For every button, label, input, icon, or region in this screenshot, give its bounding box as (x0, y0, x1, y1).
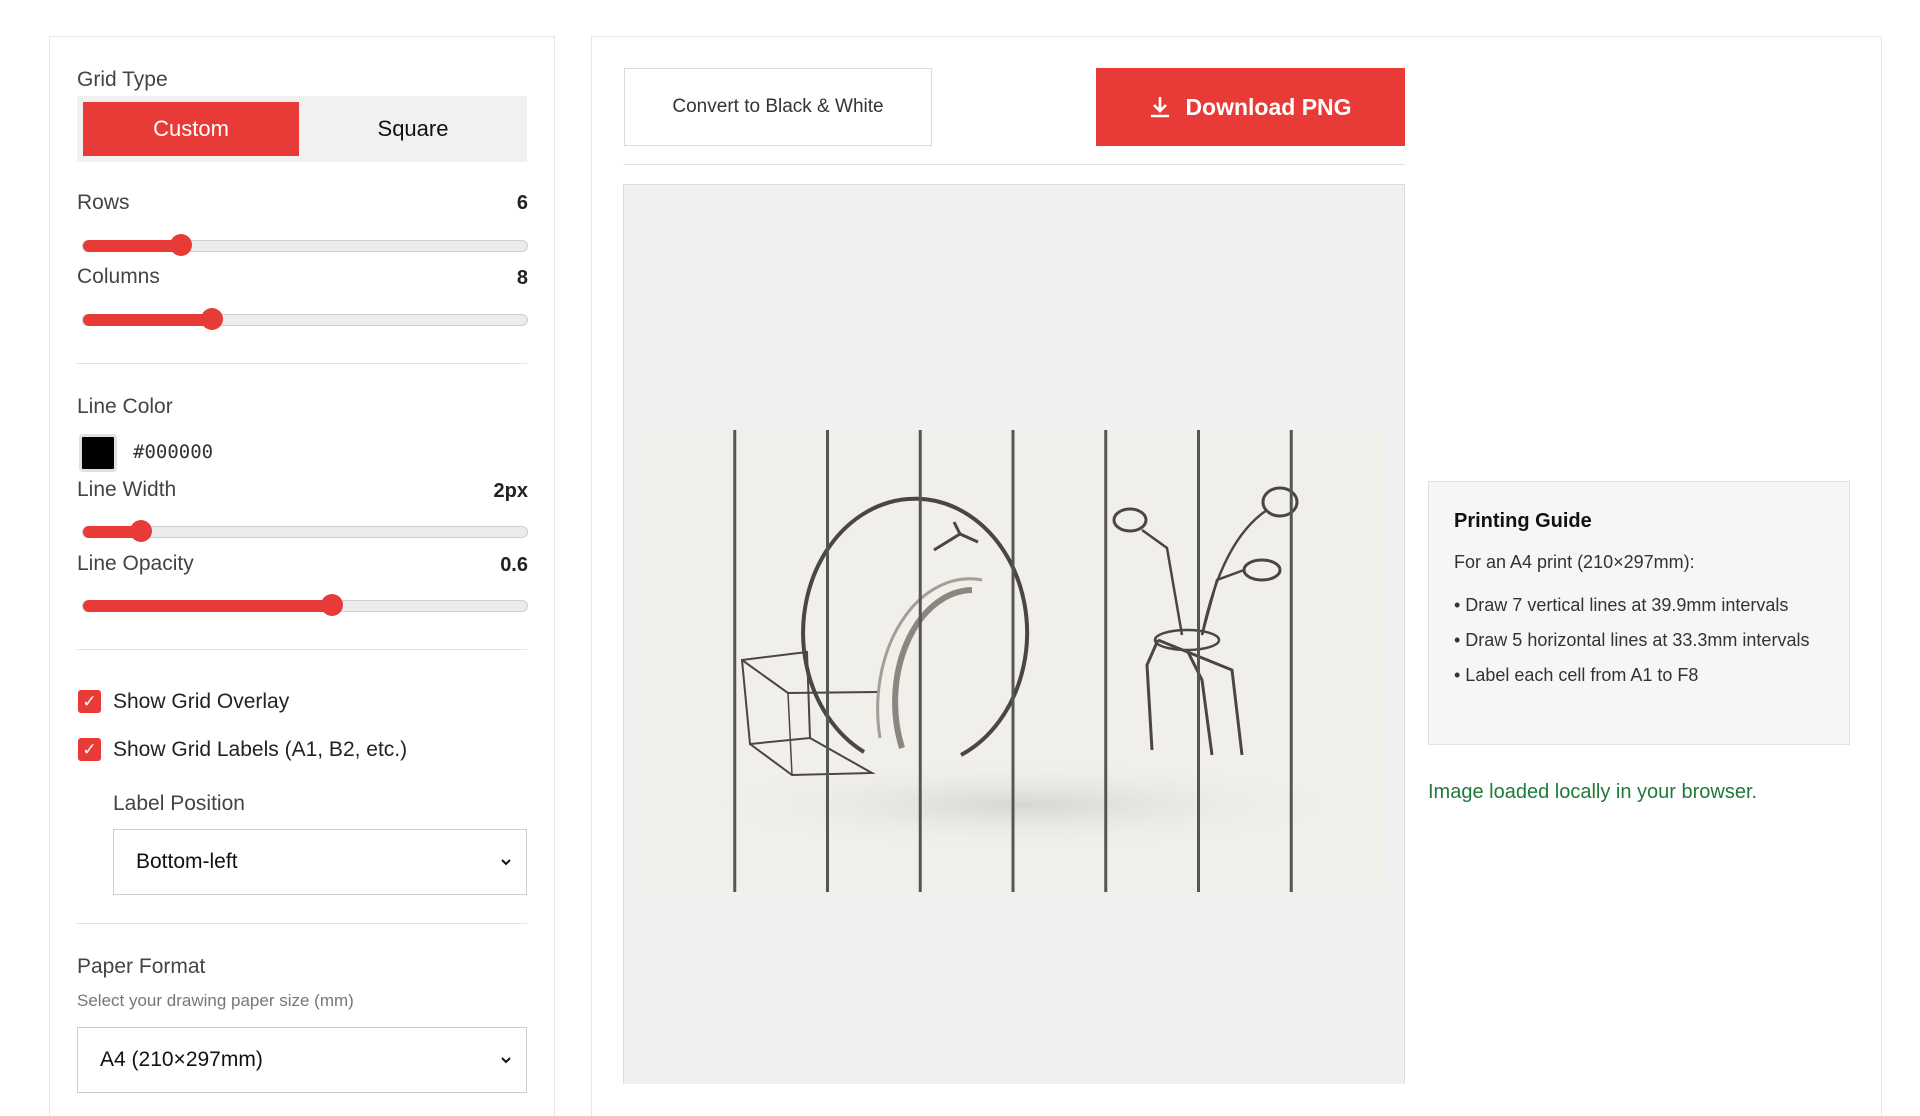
rows-value: 6 (516, 192, 528, 214)
toolbar-divider (623, 164, 1405, 165)
divider (77, 923, 527, 924)
columns-label: Columns (77, 265, 160, 288)
show-grid-overlay-checkbox[interactable]: ✓ (78, 690, 101, 713)
grid-cell-label: F2 (740, 430, 763, 435)
line-opacity-slider-thumb[interactable] (320, 594, 343, 616)
paper-format-value: A4 (210×297mm) (100, 1048, 263, 1071)
line-opacity-label: Line Opacity (77, 552, 194, 575)
line-opacity-slider-fill (83, 600, 332, 612)
label-position-select[interactable]: Bottom-left (113, 829, 527, 895)
grid-cell-label: F3 (833, 430, 856, 435)
line-opacity-slider[interactable] (82, 594, 528, 616)
columns-slider-fill (83, 314, 212, 326)
label-position-value: Bottom-left (136, 850, 238, 873)
download-icon (1151, 97, 1170, 118)
guide-item: • Draw 5 horizontal lines at 33.3mm inte… (1454, 630, 1810, 650)
guide-item: • Draw 7 vertical lines at 39.9mm interv… (1454, 595, 1789, 615)
line-opacity-value: 0.6 (500, 554, 528, 576)
show-grid-overlay-label: Show Grid Overlay (113, 690, 290, 713)
rows-slider-thumb[interactable] (169, 234, 192, 256)
chevron-down-icon (501, 1057, 511, 1064)
line-width-label: Line Width (77, 478, 177, 501)
custom-grid-button[interactable]: Custom (83, 102, 299, 156)
show-grid-labels-label: Show Grid Labels (A1, B2, etc.) (113, 738, 408, 761)
label-position-label: Label Position (113, 792, 245, 815)
grid-cell-label: F1 (647, 430, 670, 435)
chevron-down-icon (501, 859, 511, 866)
line-color-hex: #000000 (133, 441, 214, 463)
rows-slider-fill (83, 240, 181, 252)
divider (77, 363, 527, 364)
show-grid-labels-checkbox[interactable]: ✓ (78, 738, 101, 761)
line-width-value: 2px (493, 480, 528, 502)
grid-cell-label: F7 (1204, 430, 1227, 435)
columns-value: 8 (516, 267, 528, 289)
line-color-swatch[interactable] (79, 434, 117, 472)
grid-cell-label: F6 (1111, 430, 1134, 435)
paper-format-select[interactable]: A4 (210×297mm) (77, 1027, 527, 1093)
download-png-label: Download PNG (1185, 93, 1352, 120)
columns-slider[interactable] (82, 308, 528, 330)
grid-cell-label: F8 (1296, 430, 1319, 435)
divider (77, 649, 527, 650)
rows-slider[interactable] (82, 234, 528, 256)
square-grid-button[interactable]: Square (305, 102, 521, 156)
guide-intro: For an A4 print (210×297mm): (1454, 552, 1695, 572)
guide-list: • Draw 7 vertical lines at 39.9mm interv… (1454, 590, 1839, 695)
convert-bw-button[interactable]: Convert to Black & White (624, 68, 932, 146)
line-width-slider-thumb[interactable] (129, 520, 152, 542)
guide-item: • Label each cell from A1 to F8 (1454, 665, 1699, 685)
rows-label: Rows (77, 191, 130, 214)
status-message: Image loaded locally in your browser. (1428, 781, 1758, 803)
grid-type-toggle: Custom Square (77, 96, 527, 162)
paper-format-hint: Select your drawing paper size (mm) (77, 991, 354, 1010)
printing-guide: Printing Guide For an A4 print (210×297m… (1428, 481, 1850, 745)
paper-format-label: Paper Format (77, 955, 206, 978)
line-width-slider[interactable] (82, 520, 528, 542)
grid-type-label: Grid Type (77, 68, 168, 91)
columns-slider-thumb[interactable] (200, 308, 223, 330)
grid-cell-label: F4 (925, 430, 948, 435)
download-png-button[interactable]: Download PNG (1096, 68, 1405, 146)
guide-title: Printing Guide (1454, 510, 1592, 532)
line-color-label: Line Color (77, 395, 173, 418)
grid-cell-label: F5 (1018, 430, 1041, 435)
grid-preview-image: A1A2A3A4A5A6A7A8B1B2B3B4B5B6B7B8C1C2C3C4… (642, 430, 1384, 892)
